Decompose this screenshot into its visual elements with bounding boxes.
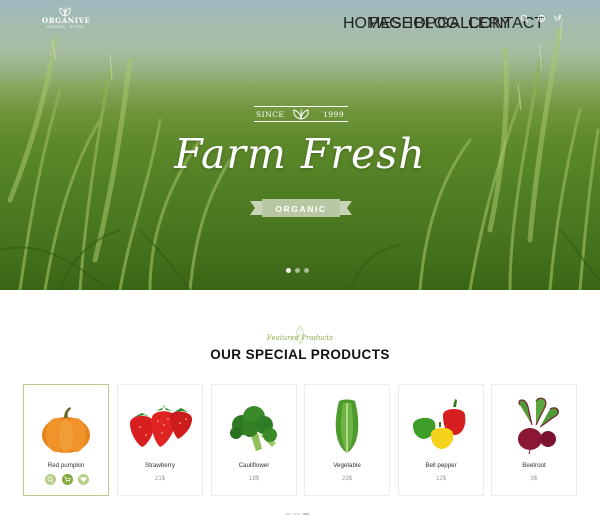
wishlist-button[interactable]: [78, 474, 89, 485]
product-price: 9$: [530, 476, 538, 482]
search-icon: [47, 476, 54, 483]
product-name: Vegetable: [333, 462, 361, 469]
leaf-icon: [293, 108, 309, 120]
strawberry-image: [130, 405, 192, 447]
product-card-vegetable[interactable]: Vegetable 23$: [304, 384, 390, 496]
hero-headline: Farm Fresh: [174, 130, 426, 178]
product-card-bell-pepper[interactable]: Bell pepper 12$: [398, 384, 484, 496]
product-name: Beetroot: [522, 462, 546, 469]
product-price: 12$: [435, 476, 446, 482]
slider-dot-1[interactable]: [286, 268, 291, 273]
section-eyebrow: Featured Products: [267, 334, 333, 342]
cart-icon: [64, 476, 71, 483]
product-price: 19$: [248, 476, 259, 482]
organic-ribbon: ORGANIC: [250, 198, 352, 218]
lettuce-image: [335, 399, 359, 453]
brand-name: ORGANIVE: [42, 16, 91, 25]
slider-dot-2[interactable]: [295, 268, 300, 273]
section-title: OUR SPECIAL PRODUCTS: [210, 347, 390, 362]
product-name: Strawberry: [145, 462, 175, 469]
product-card-red-pumpkin[interactable]: Red pumpkin: [23, 384, 109, 496]
product-name: Cauliflower: [238, 462, 270, 469]
brand-logo[interactable]: ORGANIVE ORGANIC · STORE: [42, 6, 91, 30]
pager-dot-2[interactable]: [294, 513, 300, 515]
nav-contact[interactable]: CONTACT: [468, 15, 544, 33]
slider-dots: [286, 268, 309, 273]
add-to-cart-button[interactable]: [61, 474, 73, 485]
since-year: 1999: [323, 110, 345, 119]
product-card-strawberry[interactable]: Strawberry 21$: [117, 384, 203, 496]
cart-icon[interactable]: [553, 14, 562, 23]
product-price: 21$: [154, 476, 165, 482]
since-label: SINCE: [256, 110, 285, 119]
pager-dot-3[interactable]: [303, 513, 309, 515]
globe-icon[interactable]: [537, 14, 546, 23]
bell-pepper-image: [413, 399, 466, 449]
product-name: Bell pepper: [425, 462, 457, 469]
beetroot-image: [518, 397, 559, 455]
slider-dot-3[interactable]: [304, 268, 309, 273]
broccoli-image: [230, 406, 277, 451]
search-icon[interactable]: [520, 14, 529, 23]
product-name: Red pumpkin: [47, 462, 85, 469]
pager-dot-1[interactable]: [285, 513, 291, 515]
since-badge: SINCE 1999: [254, 106, 348, 122]
products-pager: [285, 513, 309, 515]
ribbon-label: ORGANIC: [275, 204, 327, 214]
product-price: 23$: [341, 476, 352, 482]
quick-view-button[interactable]: [45, 474, 56, 485]
product-card-beetroot[interactable]: Beetroot 9$: [491, 384, 577, 496]
pumpkin-image: [42, 407, 90, 453]
heart-icon: [80, 477, 87, 482]
product-card-cauliflower[interactable]: Cauliflower 19$: [211, 384, 297, 496]
hero-banner: ORGANIVE ORGANIC · STORE HOME PAGE SHOP …: [0, 0, 600, 290]
product-actions: [45, 474, 89, 485]
since-bottom-rule: [254, 121, 348, 122]
brand-tagline: ORGANIC · STORE: [45, 25, 85, 29]
